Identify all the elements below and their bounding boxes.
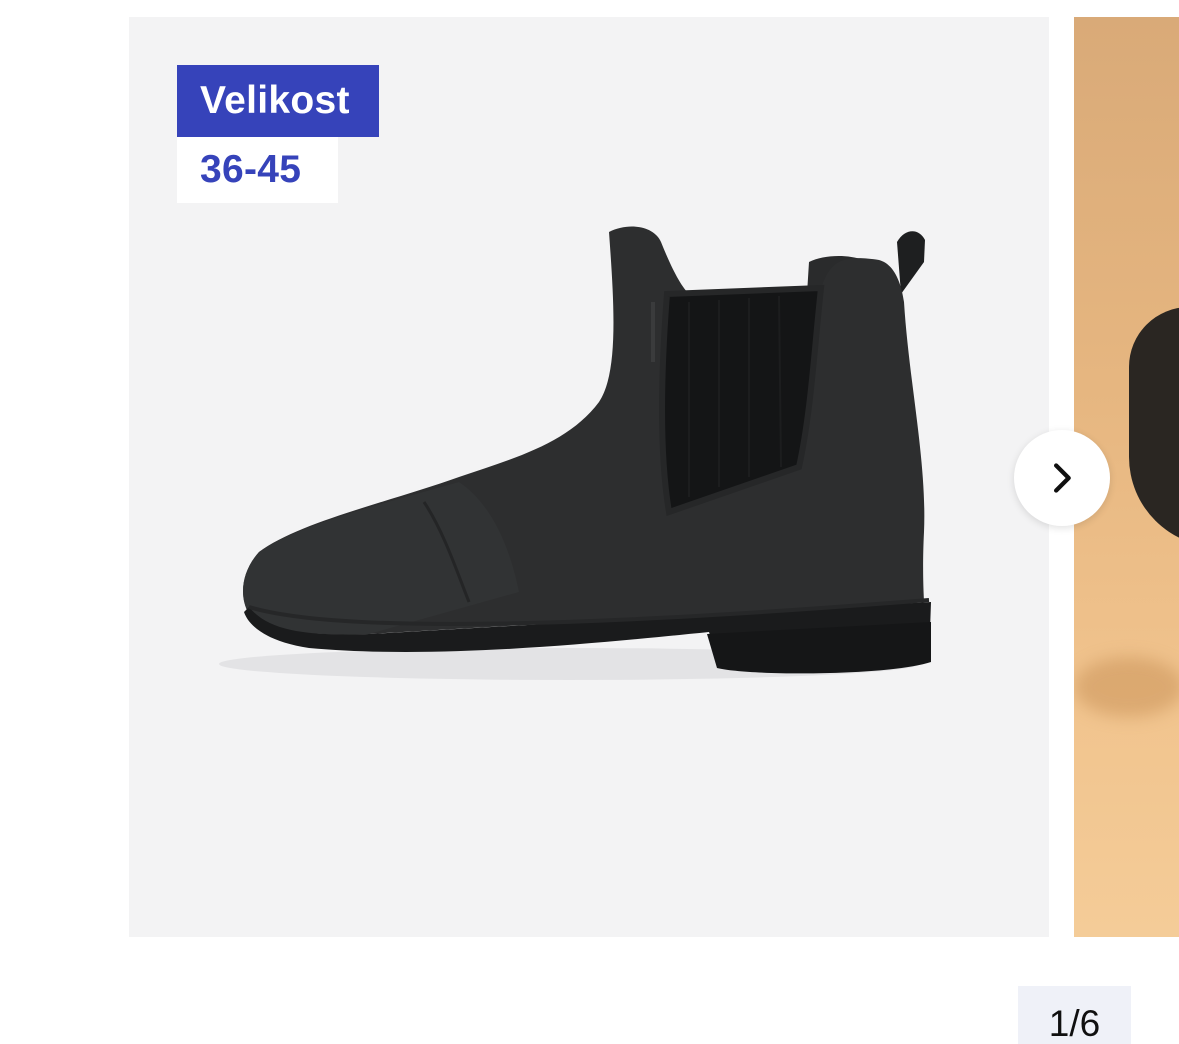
product-image-slide-1[interactable]: Velikost 36-45 — [129, 17, 1049, 937]
size-badge-label: Velikost — [177, 65, 379, 137]
next-slide-shadow — [1074, 657, 1179, 717]
chelsea-boot-image — [219, 226, 931, 680]
next-slide-button[interactable] — [1014, 430, 1110, 526]
product-image-gallery: Velikost 36-45 1/6 — [0, 0, 1179, 1044]
slide-counter: 1/6 — [1018, 986, 1131, 1044]
next-slide-boot-preview — [1129, 307, 1179, 547]
chevron-right-icon — [1054, 463, 1071, 493]
slide-counter-text: 1/6 — [1048, 1003, 1101, 1044]
size-badge: Velikost 36-45 — [177, 65, 379, 203]
size-badge-value: 36-45 — [177, 137, 338, 203]
